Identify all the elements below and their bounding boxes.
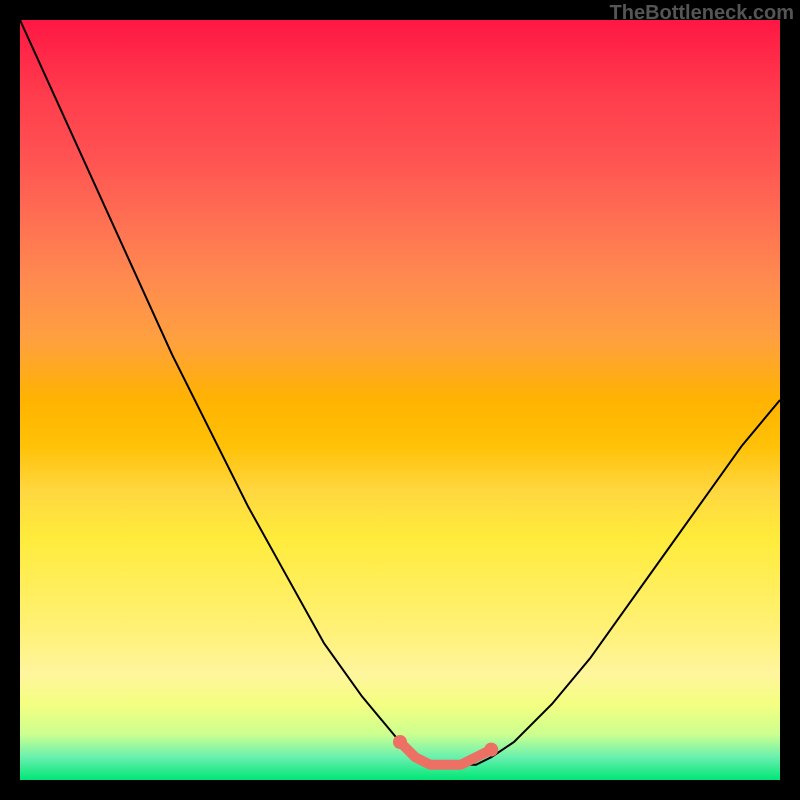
chart-svg <box>20 20 780 780</box>
optimal-marker-dot <box>393 735 407 749</box>
optimal-marker-group <box>393 735 498 765</box>
bottleneck-curve-path <box>20 20 780 765</box>
watermark-text: TheBottleneck.com <box>610 2 794 25</box>
optimal-marker-dot <box>484 743 498 757</box>
optimal-marker-path <box>400 742 491 765</box>
chart-container: TheBottleneck.com <box>0 0 800 800</box>
plot-area <box>20 20 780 780</box>
